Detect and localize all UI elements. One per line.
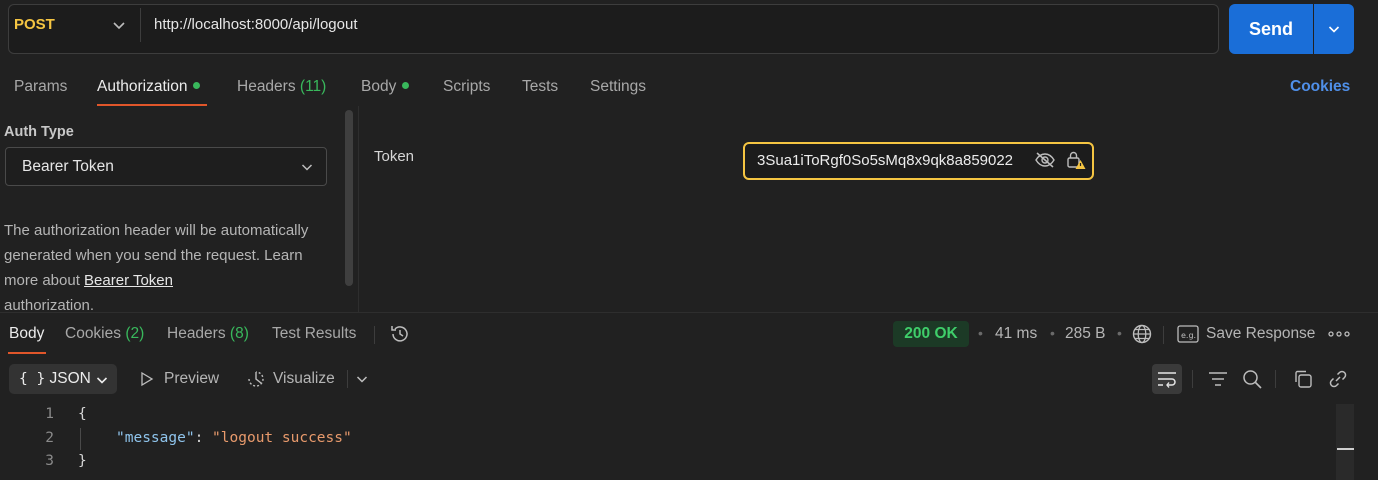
modified-dot bbox=[193, 82, 201, 90]
tab-label: Cookies bbox=[65, 325, 121, 342]
chevron-down-icon[interactable] bbox=[110, 16, 128, 34]
chevron-down-icon bbox=[301, 164, 313, 171]
json-colon: : bbox=[194, 430, 213, 446]
response-tab-test-results[interactable]: Test Results bbox=[272, 325, 356, 343]
json-line: "message": "logout success" bbox=[116, 430, 352, 446]
minimap-scrollbar[interactable] bbox=[1336, 404, 1354, 480]
example-icon: e.g. bbox=[1177, 325, 1199, 343]
tab-label: Headers bbox=[167, 325, 226, 342]
auth-panel-scrollbar[interactable] bbox=[345, 110, 353, 286]
bullet: • bbox=[1117, 325, 1122, 341]
format-label: JSON bbox=[49, 370, 91, 387]
tab-label: Body bbox=[361, 78, 397, 95]
history-icon[interactable] bbox=[389, 323, 411, 345]
auth-type-value: Bearer Token bbox=[22, 158, 114, 175]
chevron-down-icon bbox=[1328, 26, 1340, 33]
send-options-button[interactable] bbox=[1314, 4, 1354, 54]
cookies-link[interactable]: Cookies bbox=[1290, 78, 1350, 96]
play-icon bbox=[141, 371, 154, 387]
bullet: • bbox=[1050, 325, 1055, 341]
response-tab-headers[interactable]: Headers (8) bbox=[167, 325, 249, 343]
visualize-icon bbox=[248, 371, 264, 387]
tab-label: Authorization bbox=[97, 78, 188, 95]
modified-dot bbox=[402, 82, 410, 90]
active-tab-indicator bbox=[97, 104, 207, 106]
line-number: 3 bbox=[45, 453, 54, 469]
token-value: 3Sua1iToRgf0So5sMq8x9qk8a859022 bbox=[757, 152, 1014, 169]
chevron-down-icon[interactable] bbox=[354, 371, 370, 387]
panel-divider bbox=[358, 106, 359, 312]
indent-guide bbox=[80, 428, 81, 450]
format-value: { } JSON bbox=[19, 370, 91, 388]
headers-count: (11) bbox=[299, 78, 327, 95]
eye-off-icon[interactable] bbox=[1034, 151, 1056, 169]
preview-button[interactable]: Preview bbox=[164, 370, 219, 388]
link-icon[interactable] bbox=[1328, 369, 1348, 389]
scroll-position-marker bbox=[1337, 448, 1354, 450]
tab-settings[interactable]: Settings bbox=[590, 78, 646, 96]
filter-icon[interactable] bbox=[1207, 369, 1229, 389]
tab-label: Headers bbox=[237, 78, 296, 95]
json-key: "message" bbox=[116, 430, 195, 446]
headers-count: (8) bbox=[229, 325, 249, 342]
tab-headers[interactable]: Headers (11) bbox=[237, 78, 326, 96]
separator bbox=[374, 326, 375, 344]
line-number: 1 bbox=[45, 406, 54, 422]
chevron-down-icon bbox=[96, 377, 108, 384]
line-number: 2 bbox=[45, 430, 54, 446]
response-divider bbox=[0, 312, 1378, 313]
globe-icon[interactable] bbox=[1131, 323, 1153, 345]
bearer-token-link[interactable]: Bearer Token bbox=[84, 272, 173, 289]
cookies-count: (2) bbox=[125, 325, 145, 342]
tab-params[interactable]: Params bbox=[14, 78, 67, 96]
copy-icon[interactable] bbox=[1293, 369, 1313, 389]
visualize-button[interactable]: Visualize bbox=[273, 370, 335, 388]
tab-authorization[interactable]: Authorization bbox=[97, 78, 201, 96]
bullet: • bbox=[978, 325, 983, 341]
tab-tests[interactable]: Tests bbox=[522, 78, 558, 96]
more-options-icon[interactable] bbox=[1328, 330, 1350, 338]
token-label: Token bbox=[374, 148, 415, 165]
status-badge: 200 OK bbox=[893, 321, 969, 347]
json-close-brace: } bbox=[78, 453, 87, 469]
url-divider bbox=[140, 8, 141, 42]
json-value: "logout success" bbox=[212, 430, 352, 446]
response-tab-body[interactable]: Body bbox=[9, 325, 44, 343]
save-response-button[interactable]: Save Response bbox=[1206, 325, 1315, 343]
response-tab-cookies[interactable]: Cookies (2) bbox=[65, 325, 144, 343]
active-tab-indicator bbox=[8, 352, 46, 354]
method-select[interactable]: POST bbox=[14, 16, 55, 33]
response-size: 285 B bbox=[1065, 325, 1106, 342]
tab-scripts[interactable]: Scripts bbox=[443, 78, 490, 96]
separator bbox=[1192, 370, 1193, 388]
json-open-brace: { bbox=[78, 406, 87, 422]
auth-type-label: Auth Type bbox=[4, 124, 74, 140]
tab-body[interactable]: Body bbox=[361, 78, 410, 96]
wrap-icon bbox=[1158, 372, 1176, 388]
lock-warning-icon[interactable] bbox=[1066, 150, 1086, 170]
separator bbox=[1275, 370, 1276, 388]
response-time: 41 ms bbox=[995, 325, 1038, 342]
separator bbox=[347, 370, 348, 388]
search-icon[interactable] bbox=[1241, 368, 1263, 390]
braces-icon: { } bbox=[19, 371, 46, 387]
separator bbox=[1163, 326, 1164, 344]
url-input[interactable]: http://localhost:8000/api/logout bbox=[154, 16, 357, 33]
send-button[interactable]: Send bbox=[1229, 4, 1313, 54]
svg-text:e.g.: e.g. bbox=[1181, 331, 1196, 340]
auth-description: The authorization header will be automat… bbox=[4, 218, 334, 318]
